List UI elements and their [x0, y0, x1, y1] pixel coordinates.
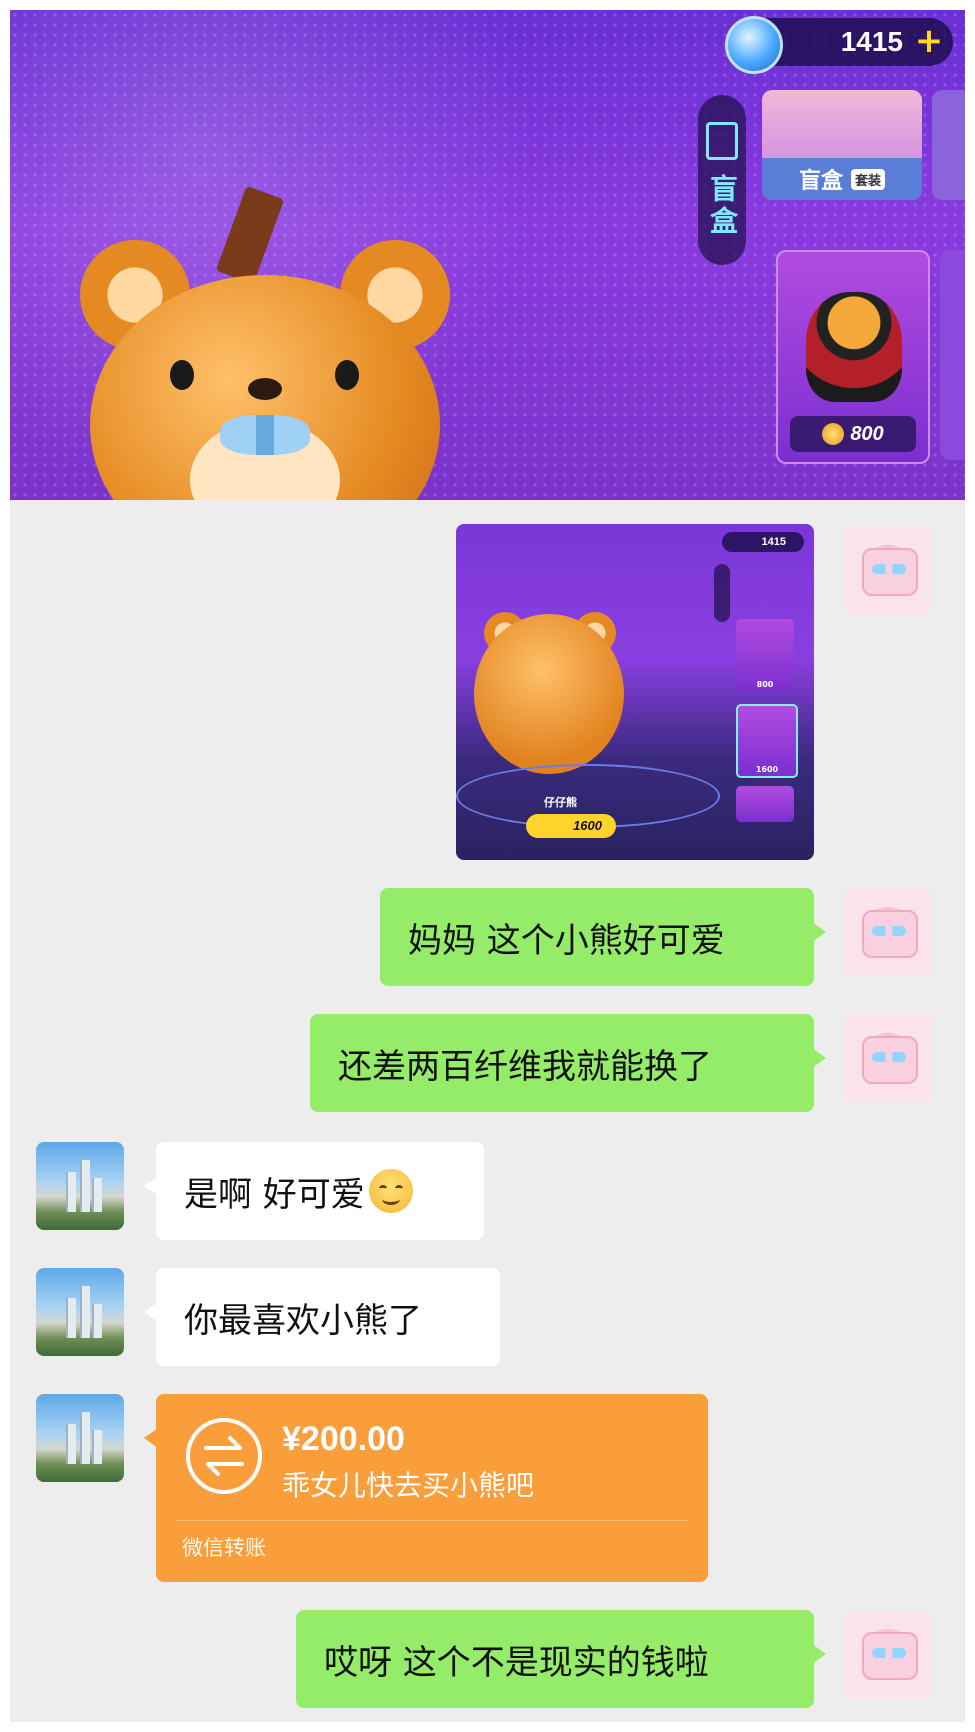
transfer-divider [176, 1520, 688, 1521]
message-bubble-outgoing[interactable]: 妈妈 这个小熊好可爱 [380, 888, 826, 986]
gem-icon [725, 16, 783, 74]
tiger-price: 800 [850, 422, 884, 445]
message-text: 哎呀 这个不是现实的钱啦 [324, 1642, 709, 1683]
shared-bear-image [474, 614, 624, 774]
shared-price: 1600 [526, 814, 616, 838]
transfer-icon [186, 1418, 262, 1494]
next-item-card-partial[interactable] [940, 250, 965, 460]
blind-box-card-label: 盲盒 [798, 169, 843, 194]
message-bubble-incoming[interactable]: 是啊 好可爱 [144, 1142, 484, 1240]
mom-avatar[interactable] [36, 1142, 124, 1230]
my-avatar[interactable] [844, 526, 932, 614]
shared-side-tab [714, 564, 730, 622]
shared-character-name: 仔仔熊 [544, 796, 577, 809]
transfer-amount: ¥200.00 [282, 1420, 405, 1458]
box-icon [706, 122, 738, 160]
bear-eye-right [335, 360, 359, 390]
message-text: 是啊 好可爱 [184, 1174, 365, 1215]
suit-badge: 套装 [851, 168, 886, 190]
bear-bowtie [220, 415, 310, 455]
game-screenshot: 1415 + 盲盒 盲盒 套装 800 [10, 10, 965, 500]
bear-nose [248, 378, 282, 400]
bear-eye-left [170, 360, 194, 390]
next-card-partial[interactable] [932, 90, 965, 200]
chat-conversation: 1415 仔仔熊 1600 800 1600 妈妈 这个小熊好可爱 还差两百纤维… [10, 500, 965, 1722]
message-text: 妈妈 这个小熊好可爱 [408, 920, 725, 961]
message-text: 还差两百纤维我就能换了 [338, 1046, 712, 1087]
bear-character-image [70, 185, 460, 500]
add-currency-button[interactable]: + [913, 24, 945, 58]
blind-box-tab[interactable]: 盲盒 [698, 95, 746, 265]
shared-card-next [736, 786, 794, 822]
money-transfer-card[interactable]: ¥200.00 乖女儿快去买小熊吧 微信转账 [144, 1394, 708, 1582]
message-text: 你最喜欢小熊了 [184, 1300, 422, 1341]
message-bubble-incoming[interactable]: 你最喜欢小熊了 [144, 1268, 500, 1366]
shared-card-tiger-price: 800 [756, 680, 774, 689]
shared-card-bear-price: 1600 [755, 765, 779, 774]
my-avatar[interactable] [844, 1014, 932, 1102]
message-bubble-outgoing[interactable]: 哎呀 这个不是现实的钱啦 [296, 1610, 826, 1708]
tiger-price-tag: 800 [790, 416, 916, 452]
mom-avatar[interactable] [36, 1268, 124, 1356]
shared-card-tiger: 800 [736, 619, 794, 691]
mom-avatar[interactable] [36, 1394, 124, 1482]
my-avatar[interactable] [844, 888, 932, 976]
smile-emoji-icon [368, 1169, 413, 1213]
message-bubble-outgoing[interactable]: 还差两百纤维我就能换了 [310, 1014, 826, 1112]
tiger-item-card[interactable]: 800 [776, 250, 930, 464]
shared-card-bear: 1600 [736, 704, 798, 778]
my-avatar[interactable] [844, 1610, 932, 1698]
tiger-character-image [806, 292, 902, 402]
coin-icon [822, 423, 845, 445]
shared-currency-value: 1415 [722, 532, 804, 552]
transfer-note: 乖女儿快去买小熊吧 [282, 1469, 535, 1502]
shared-image-message[interactable]: 1415 仔仔熊 1600 800 1600 [456, 524, 814, 860]
blind-box-card[interactable]: 盲盒 套装 [762, 90, 922, 200]
blind-box-tab-label: 盲盒 [706, 174, 739, 238]
currency-value: 1415 [840, 26, 903, 57]
currency-bar: 1415 + [725, 16, 953, 74]
transfer-label: 微信转账 [182, 1536, 266, 1560]
